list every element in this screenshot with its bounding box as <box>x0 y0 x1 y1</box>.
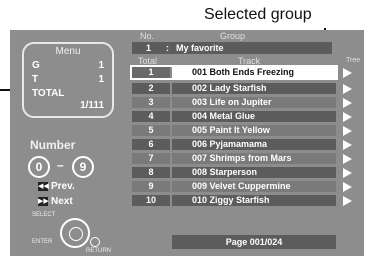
tree-arrow-icon[interactable] <box>343 112 352 122</box>
skip-prev-icon: ◀◀ <box>38 181 49 191</box>
number-zero-button[interactable]: 0 <box>28 156 50 178</box>
selected-group-number: 1 <box>146 43 152 53</box>
skip-next-icon: ▶▶ <box>38 196 49 206</box>
page-indicator: Page 001/024 <box>172 235 336 249</box>
next-label: Next <box>51 196 73 207</box>
track-list-panel: No. Group 1 : My favorite Total Track Tr… <box>128 30 364 256</box>
number-nine-button[interactable]: 9 <box>72 156 94 178</box>
track-title: 007 Shrimps from Mars <box>172 153 336 164</box>
track-value: 1 <box>98 74 104 85</box>
selected-group-bar[interactable]: 1 : My favorite <box>132 42 332 54</box>
track-number: 4 <box>132 111 170 122</box>
tree-arrow-icon[interactable] <box>343 126 352 136</box>
total-value: 1/111 <box>80 100 104 111</box>
track-number: 7 <box>132 153 170 164</box>
dpad-control[interactable] <box>60 218 90 248</box>
group-header: Group <box>220 31 246 41</box>
track-row[interactable]: 2 002 Lady Starfish <box>132 83 336 94</box>
menu-total-value-row: 1/111 <box>32 100 104 112</box>
selected-group-sep: : <box>166 43 169 53</box>
track-row[interactable]: 8 008 Starperson <box>132 167 336 178</box>
track-key: T <box>32 74 39 85</box>
prev-label: Prev. <box>51 181 75 192</box>
tree-column-header: Tree <box>346 57 361 64</box>
track-row[interactable]: 1 001 Both Ends Freezing <box>130 65 338 80</box>
no-header: No. <box>140 31 155 41</box>
tree-arrow-icon[interactable] <box>343 84 352 94</box>
prev-button[interactable]: ◀◀ Prev. <box>38 181 75 192</box>
track-row[interactable]: 9 009 Velvet Cuppermine <box>132 181 336 192</box>
tree-arrow-icon[interactable] <box>343 98 352 108</box>
next-button[interactable]: ▶▶ Next <box>38 196 73 207</box>
track-number: 9 <box>132 181 170 192</box>
menu-total-row: TOTAL <box>32 88 104 100</box>
track-row[interactable]: 6 006 Pyjamamama <box>132 139 336 150</box>
group-value: 1 <box>98 60 104 71</box>
tree-arrow-icon[interactable] <box>343 68 352 78</box>
return-button[interactable] <box>90 237 100 247</box>
track-title: 006 Pyjamamama <box>172 139 336 150</box>
track-number: 6 <box>132 139 170 150</box>
menu-title: Menu <box>55 46 81 57</box>
tree-arrow-icon[interactable] <box>343 154 352 164</box>
menu-track-row: T 1 <box>32 74 104 86</box>
track-number: 2 <box>132 83 170 94</box>
track-number: 1 <box>132 67 170 78</box>
track-title: 008 Starperson <box>172 167 336 178</box>
track-number: 10 <box>132 195 170 206</box>
track-title: 009 Velvet Cuppermine <box>172 181 336 192</box>
tree-arrow-icon[interactable] <box>343 168 352 178</box>
track-title: 001 Both Ends Freezing <box>172 67 336 78</box>
track-row[interactable]: 3 003 Life on Jupiter <box>132 97 336 108</box>
dpad-center-icon <box>69 227 83 241</box>
track-row[interactable]: 4 004 Metal Glue <box>132 111 336 122</box>
select-label: SELECT <box>32 212 56 218</box>
return-label: RETURN <box>86 248 111 254</box>
track-row[interactable]: 5 005 Paint It Yellow <box>132 125 336 136</box>
track-row[interactable]: 7 007 Shrimps from Mars <box>132 153 336 164</box>
number-title: Number <box>30 138 76 152</box>
track-title: 003 Life on Jupiter <box>172 97 336 108</box>
track-column-header: Track <box>238 56 261 66</box>
group-key: G <box>32 60 40 71</box>
menu-info-box: Menu G 1 T 1 TOTAL 1/111 <box>22 42 114 118</box>
number-range-dash: – <box>57 158 64 172</box>
dvd-menu-screen: Menu G 1 T 1 TOTAL 1/111 Number 0 – 9 ◀◀… <box>10 30 364 256</box>
track-number: 8 <box>132 167 170 178</box>
tree-arrow-icon[interactable] <box>343 182 352 192</box>
track-title: 002 Lady Starfish <box>172 83 336 94</box>
total-key: TOTAL <box>32 88 65 99</box>
enter-label: ENTER <box>32 239 53 245</box>
track-title: 010 Ziggy Starfish <box>172 195 336 206</box>
menu-group-row: G 1 <box>32 60 104 72</box>
track-row[interactable]: 10 010 Ziggy Starfish <box>132 195 336 206</box>
tree-arrow-icon[interactable] <box>343 196 352 206</box>
track-title: 004 Metal Glue <box>172 111 336 122</box>
tree-arrow-icon[interactable] <box>343 140 352 150</box>
total-column-header: Total <box>138 56 158 66</box>
selected-group-name: My favorite <box>176 43 224 53</box>
callout-label: Selected group <box>204 6 312 23</box>
left-panel: Menu G 1 T 1 TOTAL 1/111 Number 0 – 9 ◀◀… <box>10 30 128 256</box>
track-title: 005 Paint It Yellow <box>172 125 336 136</box>
track-number: 3 <box>132 97 170 108</box>
track-number: 5 <box>132 125 170 136</box>
